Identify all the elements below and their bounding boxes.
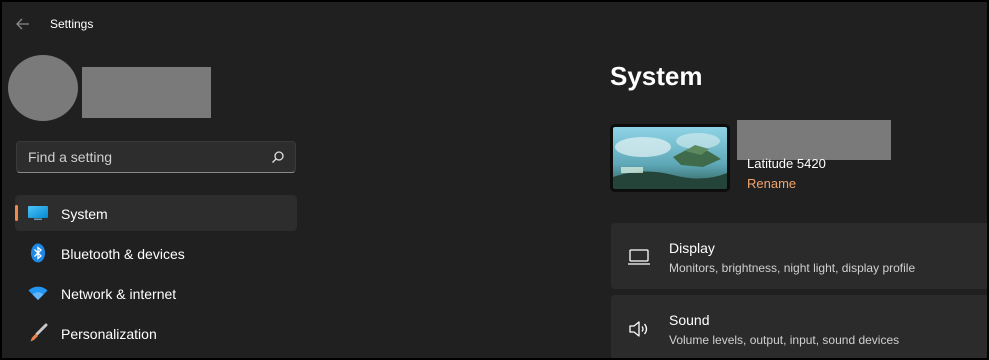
user-name-redacted [82,67,211,118]
sidebar-item-personalization[interactable]: Personalization [15,315,297,351]
device-model: Latitude 5420 [747,156,826,171]
back-arrow-icon [16,18,29,30]
card-description: Monitors, brightness, night light, displ… [669,261,916,275]
app-title: Settings [50,17,94,31]
card-title: Display [669,240,715,256]
device-wallpaper-thumbnail [610,124,730,192]
sidebar-item-network-internet[interactable]: Network & internet [15,275,297,311]
title-bar: Settings [2,2,987,46]
user-avatar[interactable] [8,55,78,121]
wifi-icon [27,283,49,303]
settings-window: Settings System [2,2,987,358]
search-icon[interactable] [271,150,285,164]
search-box[interactable] [16,141,296,173]
paintbrush-icon [27,323,49,343]
card-title: Sound [669,312,710,328]
monitor-icon [628,249,650,265]
system-display-icon [27,203,49,223]
device-name-redacted [737,120,891,160]
rename-link[interactable]: Rename [747,176,796,191]
sidebar-item-system[interactable]: System [15,195,297,231]
sidebar-nav: System Bluetooth & devices Network & int… [15,195,297,355]
sound-card[interactable]: Sound Volume levels, output, input, soun… [611,295,987,358]
card-description: Volume levels, output, input, sound devi… [669,333,900,347]
page-title: System [610,61,703,91]
sidebar-item-label: System [61,206,108,222]
sidebar-item-label: Bluetooth & devices [61,246,185,262]
search-input[interactable] [17,142,267,172]
display-card[interactable]: Display Monitors, brightness, night ligh… [611,223,987,289]
active-indicator [15,205,18,221]
sidebar-item-bluetooth-devices[interactable]: Bluetooth & devices [15,235,297,271]
bluetooth-icon [27,243,49,263]
sidebar-item-label: Network & internet [61,286,177,302]
speaker-icon [629,321,648,337]
sidebar-item-label: Personalization [61,326,157,342]
back-button[interactable] [12,13,34,35]
